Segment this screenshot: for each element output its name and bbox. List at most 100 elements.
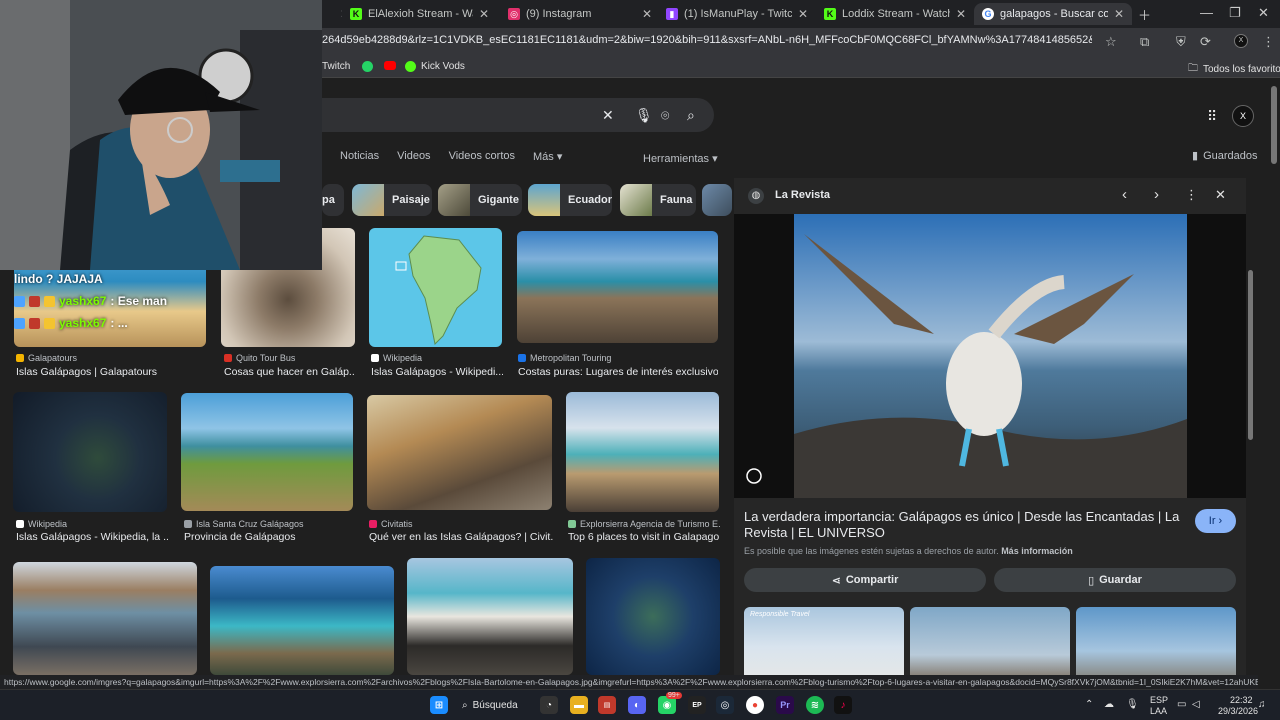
minimize-icon[interactable]: — (1200, 5, 1213, 20)
chip-paisaje[interactable]: Paisaje (352, 184, 432, 216)
panel-scrollbar[interactable] (1248, 270, 1253, 440)
profile-avatar[interactable]: X (1234, 34, 1248, 48)
widgets-icon[interactable]: ◔ (540, 696, 558, 714)
saved-button[interactable]: ▮ Guardados (1192, 149, 1258, 163)
media-app-icon[interactable]: ▤ (598, 696, 616, 714)
share-button[interactable]: ⋖ Compartir (744, 568, 986, 592)
prev-icon[interactable]: ‹ (1122, 186, 1127, 203)
result-caption[interactable]: Top 6 places to visit in Galapago... (568, 531, 720, 543)
save-button[interactable]: ▯ Guardar (994, 568, 1236, 592)
premiere-icon[interactable]: Pr (776, 696, 794, 714)
result-source[interactable]: Explorsierra Agencia de Turismo E... (568, 519, 720, 529)
result-image-map[interactable] (369, 228, 502, 347)
close-icon[interactable]: ✕ (642, 7, 652, 21)
chip-more[interactable] (702, 184, 732, 216)
result-caption[interactable]: Islas Galápagos - Wikipedi... (371, 366, 503, 378)
epic-games-icon[interactable]: EP (688, 696, 706, 714)
tab-close-partial[interactable]: ✕ (326, 3, 342, 25)
result-source[interactable]: Civitatis (369, 519, 553, 529)
bookmark-kick-vods[interactable]: Kick Vods (405, 61, 465, 72)
tab-noticias[interactable]: Noticias (340, 150, 379, 168)
close-icon[interactable]: ✕ (479, 7, 489, 21)
language-indicator[interactable]: ESP (1150, 695, 1168, 705)
extensions-icon[interactable]: ⧉ (1140, 34, 1149, 50)
more-options-icon[interactable]: ⋮ (1185, 187, 1198, 203)
close-icon[interactable]: ✕ (798, 7, 808, 21)
chip-partial[interactable]: pa (322, 184, 344, 216)
result-caption[interactable]: Islas Galápagos - Wikipedia, la ... (16, 531, 168, 543)
file-explorer-icon[interactable]: ▬ (570, 696, 588, 714)
result-source[interactable]: Wikipedia (371, 353, 503, 363)
chevron-up-icon[interactable]: ⌃ (1085, 699, 1093, 710)
address-bar[interactable]: 264d59eb4288d9&rlz=1C1VDKB_esEC1181EC118… (322, 34, 1092, 46)
bookmark-youtube[interactable] (384, 61, 401, 70)
microphone-icon[interactable]: 🎙 (635, 107, 653, 124)
tab-mas[interactable]: Más ▾ (533, 150, 562, 168)
apps-grid-icon[interactable]: ⠿ (1207, 108, 1217, 125)
chip-gigante[interactable]: Gigante (438, 184, 522, 216)
result-image-iguana-rock[interactable] (367, 395, 552, 510)
new-tab-button[interactable]: ＋ (1138, 5, 1151, 24)
result-caption[interactable]: Islas Galápagos | Galapatours (16, 366, 206, 378)
discord-icon[interactable]: ◐ (628, 696, 646, 714)
clear-icon[interactable]: ✕ (602, 107, 614, 124)
related-image[interactable] (1076, 607, 1236, 675)
result-caption[interactable]: Cosas que hacer en Galáp... (224, 366, 354, 378)
result-image-satellite[interactable] (13, 392, 167, 512)
related-image[interactable] (910, 607, 1070, 675)
close-icon[interactable]: ✕ (1215, 187, 1226, 203)
result-image-aerial-bay[interactable] (210, 566, 394, 675)
network-icon[interactable]: ▭ (1177, 699, 1186, 710)
tools-button[interactable]: Herramientas ▾ (643, 152, 718, 165)
result-image-tortoise-coast[interactable] (517, 231, 718, 343)
lens-icon[interactable]: ⌾ (661, 107, 669, 124)
close-icon[interactable]: ✕ (1114, 7, 1124, 21)
result-source[interactable]: Quito Tour Bus (224, 353, 354, 363)
chip-ecuador[interactable]: Ecuador (528, 184, 612, 216)
account-avatar[interactable]: X (1232, 105, 1254, 127)
clock-date[interactable]: 29/3/2026 (1218, 706, 1258, 716)
cloud-icon[interactable]: ☁ (1104, 699, 1114, 710)
microphone-icon[interactable]: 🎙 (1126, 699, 1139, 710)
close-icon[interactable]: ✕ (956, 7, 966, 21)
result-source[interactable]: Isla Santa Cruz Galápagos (184, 519, 354, 529)
next-icon[interactable]: › (1154, 186, 1159, 203)
notifications-bell-icon[interactable]: ♫ (1258, 699, 1266, 710)
result-source[interactable]: Metropolitan Touring (518, 353, 718, 363)
tab-instagram[interactable]: ◎ (9) Instagram ✕ (500, 3, 660, 25)
tab-kick-elalexioh[interactable]: K ElAlexioh Stream - Watch Live o ✕ (342, 3, 497, 25)
tab-twitch-ismanuplay[interactable]: ▮ (1) IsManuPlay - Twitch ✕ (658, 3, 816, 25)
profile-sync-icon[interactable]: ⟳ (1200, 34, 1211, 50)
related-image[interactable]: Responsible Travel (744, 607, 904, 675)
result-source[interactable]: Wikipedia (16, 519, 168, 529)
chip-fauna[interactable]: Fauna (620, 184, 696, 216)
tab-videos-cortos[interactable]: Videos cortos (449, 150, 515, 168)
windows-start-icon[interactable]: ⊞ (430, 696, 448, 714)
maximize-icon[interactable]: ❐ (1229, 5, 1241, 21)
search-icon[interactable]: ⌕ (687, 107, 695, 124)
bookmark-twitch[interactable]: Twitch (322, 61, 350, 72)
bookmark-whatsapp[interactable] (362, 61, 378, 72)
close-window-icon[interactable]: ✕ (1258, 5, 1269, 21)
result-image-sealion-beach[interactable] (407, 558, 573, 675)
tab-google-galapagos[interactable]: G galapagos - Buscar con Google ✕ (974, 3, 1132, 25)
result-image-tortoise-grass[interactable] (181, 393, 353, 511)
tab-kick-loddix[interactable]: K Loddix Stream - Watch Live on ✕ (816, 3, 974, 25)
result-image-bartolome[interactable] (566, 392, 719, 512)
all-bookmarks[interactable]: 🗀 Todos los favoritos (1188, 61, 1280, 78)
result-caption[interactable]: Qué ver en las Islas Galápagos? | Civit.… (369, 531, 553, 543)
menu-dots-icon[interactable]: ⋮ (1262, 34, 1275, 50)
result-image-sealions[interactable] (13, 562, 197, 675)
page-scrollbar[interactable] (1271, 86, 1277, 164)
result-caption[interactable]: Provincia de Galápagos (184, 531, 354, 543)
volume-icon[interactable]: ◁ (1192, 699, 1200, 710)
visit-button[interactable]: Ir › (1195, 509, 1236, 533)
tiktok-icon[interactable]: ♪ (834, 696, 852, 714)
result-caption[interactable]: Costas puras: Lugares de interés exclusi… (518, 366, 718, 378)
shield-icon[interactable]: ⛨ (1176, 34, 1186, 50)
panel-site-name[interactable]: La Revista (775, 189, 830, 201)
clock-time[interactable]: 22:32 (1230, 695, 1253, 705)
steam-icon[interactable]: ◎ (716, 696, 734, 714)
search-input[interactable]: ✕ 🎙 ⌾ ⌕ (322, 98, 714, 132)
spotify-icon[interactable]: ≋ (806, 696, 824, 714)
